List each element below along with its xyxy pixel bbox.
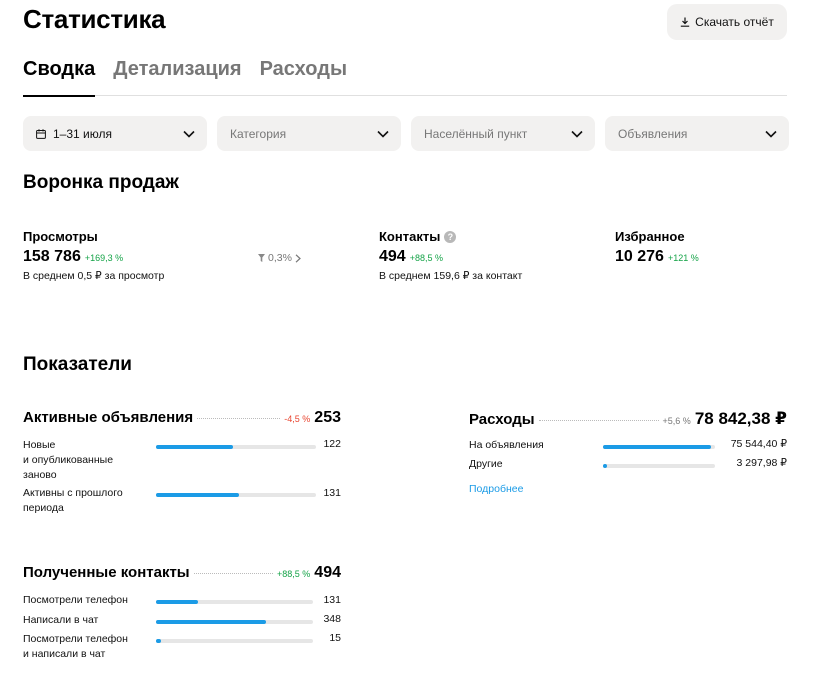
views-metric: Просмотры 158 786 +169,3 % В среднем 0,5…	[23, 229, 164, 282]
filter-bar: 1–31 июля Категория Населённый пункт Объ…	[23, 116, 789, 151]
expenses-title: Расходы	[469, 411, 535, 428]
row-value: 131	[323, 487, 341, 499]
conversion-rate-value: 0,3%	[268, 252, 292, 264]
row-value: 122	[323, 438, 341, 450]
row-label: Новые	[23, 439, 56, 451]
favorites-delta: +121 %	[667, 253, 699, 263]
views-delta: +169,3 %	[84, 253, 124, 263]
progress-bar	[156, 493, 316, 497]
indicators-title: Показатели	[23, 354, 132, 375]
contacts-label: Контакты	[379, 229, 441, 244]
progress-bar	[156, 600, 313, 604]
chevron-down-icon	[377, 130, 389, 138]
contacts-average: В среднем 159,6 ₽ за контакт	[379, 270, 523, 282]
list-item: Посмотрели телефон и написали в чат	[23, 632, 128, 662]
tab-details[interactable]: Детализация	[113, 58, 241, 96]
list-item: Активны с прошлого периода	[23, 486, 123, 516]
row-label: Написали в чат	[23, 614, 99, 626]
row-label: периода	[23, 502, 64, 514]
progress-bar	[156, 620, 313, 624]
category-select[interactable]: Категория	[217, 116, 401, 151]
received-contacts-total: 494	[314, 564, 341, 581]
progress-bar	[156, 639, 313, 643]
list-item: Написали в чат	[23, 613, 98, 628]
calendar-icon	[36, 128, 46, 139]
expenses-delta: +5,6 %	[662, 416, 691, 426]
active-listings-total: 253	[314, 409, 341, 426]
tab-expenses[interactable]: Расходы	[260, 58, 347, 96]
row-value: 348	[323, 613, 341, 625]
list-item: Другие	[469, 457, 503, 472]
row-value: 3 297,98 ₽	[736, 457, 787, 469]
row-label: Другие	[469, 458, 503, 470]
category-select-placeholder: Категория	[230, 126, 287, 141]
download-report-button[interactable]: Скачать отчёт	[667, 4, 787, 40]
row-label: Посмотрели телефон	[23, 594, 128, 606]
chevron-down-icon	[765, 130, 777, 138]
views-average: В среднем 0,5 ₽ за просмотр	[23, 270, 165, 282]
progress-bar	[603, 445, 715, 449]
help-icon[interactable]: ?	[444, 230, 457, 243]
progress-bar	[156, 445, 316, 449]
row-label: Посмотрели телефон	[23, 633, 128, 645]
row-value: 131	[323, 594, 341, 606]
listings-select-placeholder: Объявления	[618, 126, 688, 141]
progress-bar	[603, 464, 715, 468]
download-icon	[680, 17, 690, 27]
expenses-block: Расходы +5,6 % 78 842,38 ₽	[469, 409, 787, 429]
list-item: Новые и опубликованные заново	[23, 438, 113, 483]
views-label: Просмотры	[23, 229, 98, 244]
row-label: и написали в чат	[23, 648, 106, 660]
tab-summary[interactable]: Сводка	[23, 58, 96, 97]
contacts-delta: +88,5 %	[409, 253, 443, 263]
chevron-down-icon	[571, 130, 583, 138]
row-value: 75 544,40 ₽	[730, 438, 787, 450]
expenses-more-link[interactable]: Подробнее	[469, 483, 523, 495]
contacts-metric: Контакты ? 494 +88,5 % В среднем 159,6 ₽…	[379, 229, 522, 282]
expenses-total: 78 842,38 ₽	[694, 409, 787, 428]
chevron-down-icon	[183, 130, 195, 138]
row-label: и опубликованные	[23, 454, 114, 466]
row-value: 15	[329, 632, 341, 644]
active-listings-delta: -4,5 %	[284, 414, 311, 424]
favorites-label: Избранное	[615, 229, 685, 244]
page-title: Статистика	[23, 4, 166, 34]
list-item: На объявления	[469, 438, 544, 453]
locality-select-placeholder: Населённый пункт	[424, 126, 528, 141]
active-listings-block: Активные объявления -4,5 % 253	[23, 409, 341, 427]
received-contacts-title: Полученные контакты	[23, 564, 190, 581]
received-contacts-delta: +88,5 %	[277, 569, 311, 579]
period-select-value: 1–31 июля	[53, 126, 112, 141]
download-report-label: Скачать отчёт	[695, 15, 774, 29]
favorites-value: 10 276	[615, 248, 664, 265]
active-listings-title: Активные объявления	[23, 409, 194, 426]
row-label: На объявления	[469, 439, 544, 451]
locality-select[interactable]: Населённый пункт	[411, 116, 595, 151]
conversion-rate[interactable]: 0,3%	[258, 252, 301, 264]
period-select[interactable]: 1–31 июля	[23, 116, 207, 151]
list-item: Посмотрели телефон	[23, 593, 128, 608]
listings-select[interactable]: Объявления	[605, 116, 789, 151]
funnel-title: Воронка продаж	[23, 172, 179, 193]
funnel-icon	[258, 254, 265, 262]
contacts-value: 494	[379, 248, 406, 265]
views-value: 158 786	[23, 248, 81, 265]
received-contacts-block: Полученные контакты +88,5 % 494	[23, 564, 341, 582]
row-label: Активны с прошлого	[23, 487, 123, 499]
tab-bar: Сводка Детализация Расходы	[23, 58, 787, 97]
row-label: заново	[23, 469, 57, 481]
favorites-metric: Избранное 10 276 +121 %	[615, 229, 699, 266]
chevron-right-icon	[295, 253, 301, 263]
